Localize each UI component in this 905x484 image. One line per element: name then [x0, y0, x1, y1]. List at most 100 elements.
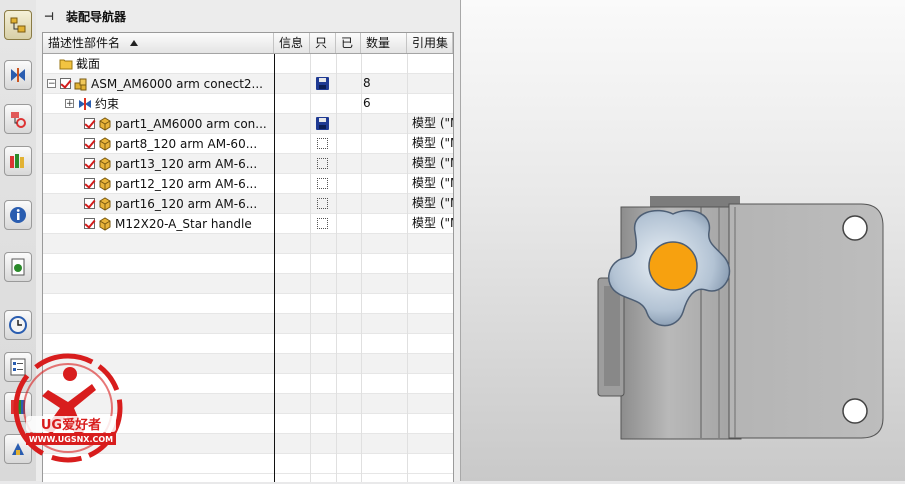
col-info-label: 信息 [279, 36, 304, 50]
reference-set-cell[interactable]: 模型 ("M [412, 214, 453, 233]
part-cube-icon [99, 156, 111, 171]
mounting-hole-top [842, 215, 868, 241]
reference-set-cell[interactable]: 模型 ("M [412, 194, 453, 213]
visibility-checkbox[interactable] [84, 218, 95, 229]
web-browser-tab[interactable] [4, 252, 32, 282]
quantity-cell: 6 [363, 96, 371, 110]
part-name-cell[interactable]: part1_AM6000 arm con... [84, 114, 267, 133]
part-cube-icon [99, 216, 111, 231]
sort-ascending-icon[interactable] [130, 40, 139, 46]
knob-center-cap [648, 241, 698, 291]
part-name: ASM_AM6000 arm conect2... [91, 76, 263, 91]
col-modified-header[interactable]: 已 [336, 33, 361, 53]
readonly-checkbox[interactable] [317, 138, 328, 149]
part-name-cell[interactable]: M12X20-A_Star handle [84, 214, 252, 233]
part-name: part16_120 arm AM-6... [115, 196, 258, 211]
part-name-cell[interactable]: 截面 [59, 54, 100, 73]
history-icon [9, 316, 27, 334]
expand-icon[interactable]: + [65, 99, 74, 109]
col-quantity-label: 数量 [366, 36, 391, 50]
pin-icon[interactable]: ⊣ [44, 10, 56, 23]
watermark-brand: UG爱好者 [41, 417, 101, 433]
tree-row[interactable]: part1_AM6000 arm con... 模型 ("M [43, 114, 453, 134]
col-modified-label: 已 [341, 36, 354, 50]
part-name-cell[interactable]: part12_120 arm AM-6... [84, 174, 257, 193]
save-disk-icon[interactable] [316, 77, 329, 90]
visibility-checkbox[interactable] [84, 158, 95, 169]
col-info-header[interactable]: 信息 [274, 33, 310, 53]
column-divider [310, 54, 311, 482]
tree-row[interactable]: − ASM_AM6000 arm conect2... 8 [43, 74, 453, 94]
visibility-checkbox[interactable] [84, 138, 95, 149]
quantity-cell: 8 [363, 76, 371, 90]
part-name: part8_120 arm AM-60... [115, 136, 258, 151]
visibility-checkbox[interactable] [60, 78, 71, 89]
history-tab[interactable] [4, 310, 32, 340]
readonly-checkbox[interactable] [317, 218, 328, 229]
empty-row [43, 254, 453, 274]
assembly-navigator-tab[interactable] [4, 10, 32, 40]
part-name-cell[interactable]: − ASM_AM6000 arm conect2... [47, 74, 263, 93]
navigator-title-bar: ⊣ 装配导航器 [44, 6, 126, 26]
empty-row [43, 234, 453, 254]
tree-row[interactable]: M12X20-A_Star handle 模型 ("M [43, 214, 453, 234]
tree-row[interactable]: 截面 [43, 54, 453, 74]
save-disk-icon[interactable] [316, 117, 329, 130]
col-refset-header[interactable]: 引用集 [407, 33, 453, 53]
reference-set-cell[interactable]: 模型 ("M [412, 114, 453, 133]
part-cube-icon [99, 116, 111, 131]
part-name: part1_AM6000 arm con... [115, 116, 267, 131]
col-readonly-header[interactable]: 只 [310, 33, 336, 53]
web-browser-icon [11, 258, 25, 276]
column-divider [361, 54, 362, 482]
readonly-checkbox[interactable] [317, 158, 328, 169]
part-name: part12_120 arm AM-6... [115, 176, 258, 191]
visibility-checkbox[interactable] [84, 198, 95, 209]
reuse-library-tab[interactable] [4, 146, 32, 176]
tree-row[interactable]: + 约束 6 [43, 94, 453, 114]
reference-set-cell[interactable]: 模型 ("M [412, 174, 453, 193]
reference-set-cell[interactable]: 模型 ("M [412, 154, 453, 173]
navigator-title: 装配导航器 [66, 9, 127, 24]
reuse-library-icon [10, 154, 24, 168]
part-name-cell[interactable]: + 约束 [65, 94, 119, 113]
part-name: 截面 [76, 57, 101, 71]
part-model-view[interactable] [461, 0, 905, 481]
part-navigator-icon [11, 112, 26, 128]
part-navigator-tab[interactable] [4, 104, 32, 134]
ug-logo-watermark: UG爱好者 WWW.UGSNX.COM [13, 353, 123, 463]
tree-row[interactable]: part12_120 arm AM-6... 模型 ("M [43, 174, 453, 194]
reference-set-cell[interactable]: 模型 ("M [412, 134, 453, 153]
part-name-cell[interactable]: part8_120 arm AM-60... [84, 134, 257, 153]
housing-top-lip [650, 196, 740, 208]
graphics-viewport[interactable] [461, 0, 905, 481]
part-name-cell[interactable]: part16_120 arm AM-6... [84, 194, 257, 213]
column-divider [336, 54, 337, 482]
col-quantity-header[interactable]: 数量 [361, 33, 407, 53]
empty-row [43, 294, 453, 314]
col-readonly-label: 只 [315, 36, 328, 50]
readonly-checkbox[interactable] [317, 178, 328, 189]
visibility-checkbox[interactable] [84, 118, 95, 129]
part-cube-icon [99, 196, 111, 211]
column-header: 描述性部件名 信息只已数量 引用集 [43, 33, 453, 54]
part-name: 约束 [95, 97, 120, 111]
constraint-navigator-tab[interactable] [4, 60, 32, 90]
empty-row [43, 314, 453, 334]
part-name: M12X20-A_Star handle [115, 216, 252, 231]
constraint-icon [79, 97, 91, 110]
readonly-checkbox[interactable] [317, 198, 328, 209]
tree-row[interactable]: part8_120 arm AM-60... 模型 ("M [43, 134, 453, 154]
visibility-checkbox[interactable] [84, 178, 95, 189]
assembly-navigator-icon [10, 17, 26, 33]
col-part-name-header[interactable]: 描述性部件名 [43, 33, 274, 53]
info-tab[interactable] [4, 200, 32, 230]
tree-row[interactable]: part13_120 arm AM-6... 模型 ("M [43, 154, 453, 174]
tree-row[interactable]: part16_120 arm AM-6... 模型 ("M [43, 194, 453, 214]
part-cube-icon [99, 136, 111, 151]
part-name: part13_120 arm AM-6... [115, 156, 258, 171]
watermark-url: WWW.UGSNX.COM [29, 435, 113, 444]
col-part-name-label: 描述性部件名 [48, 36, 121, 50]
part-name-cell[interactable]: part13_120 arm AM-6... [84, 154, 257, 173]
collapse-icon[interactable]: − [47, 79, 56, 89]
